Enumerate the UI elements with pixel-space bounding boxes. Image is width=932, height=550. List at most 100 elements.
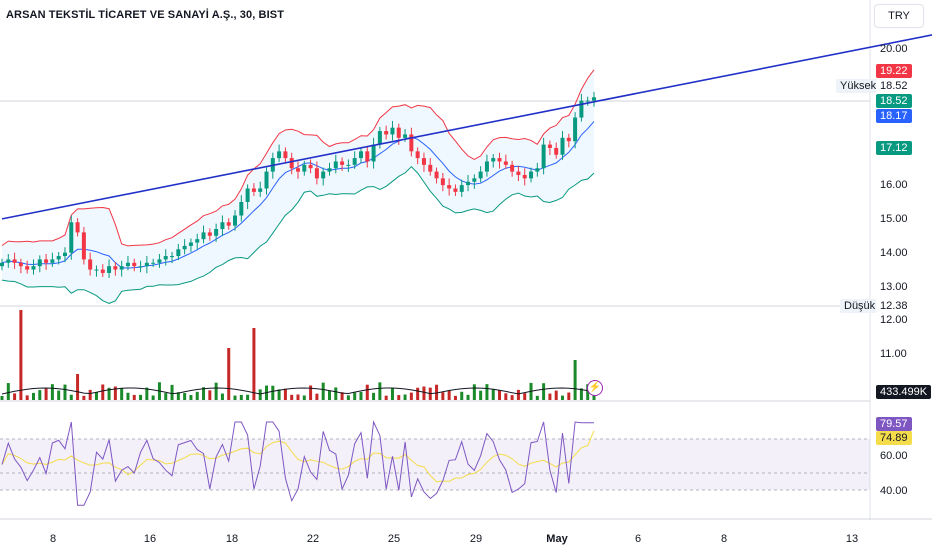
- candle-body: [415, 151, 420, 159]
- volume-bar: [359, 391, 363, 400]
- candle-body: [201, 232, 206, 240]
- candle-body: [560, 137, 565, 155]
- price-chart[interactable]: [0, 0, 932, 550]
- volume-bar: [183, 392, 187, 400]
- candle-body: [100, 269, 105, 273]
- volume-bar: [315, 393, 319, 400]
- time-tick: 6: [634, 533, 642, 545]
- candle-body: [592, 97, 596, 101]
- candle-body: [75, 222, 80, 233]
- volume-bar: [19, 310, 23, 400]
- candle-body: [346, 164, 351, 166]
- volume-bar: [208, 390, 212, 400]
- candle-body: [81, 232, 86, 260]
- volume-bar: [189, 395, 193, 400]
- volume-bar: [460, 391, 464, 400]
- candle-body: [377, 131, 382, 145]
- volume-bar: [139, 394, 143, 400]
- volume-bar: [498, 390, 502, 400]
- candle-body: [233, 215, 238, 226]
- price-tick: 16.00: [880, 179, 908, 191]
- candle-body: [226, 222, 231, 226]
- volume-tag: 433.499K: [876, 385, 932, 399]
- volume-bar: [239, 394, 243, 400]
- candle-body: [459, 185, 464, 192]
- bb-upper-tag: 19.22: [876, 64, 912, 78]
- currency-selector[interactable]: TRY: [874, 4, 924, 28]
- candle-body: [195, 239, 200, 243]
- candle-body: [50, 259, 55, 263]
- volume-bar: [466, 394, 470, 400]
- volume-bar: [573, 360, 577, 400]
- price-tick: 11.00: [880, 348, 907, 360]
- candle-body: [585, 100, 590, 102]
- time-tick: 29: [469, 533, 483, 545]
- candle-body: [447, 185, 452, 189]
- volume-bar: [554, 390, 558, 400]
- lightning-icon[interactable]: ⚡: [587, 380, 603, 396]
- candle-body: [113, 266, 118, 270]
- candle-body: [541, 144, 546, 169]
- candle-body: [428, 164, 433, 172]
- time-tick: 22: [306, 533, 320, 545]
- volume-bar: [25, 395, 29, 400]
- volume-bar: [290, 394, 294, 400]
- candle-body: [107, 266, 112, 273]
- volume-bar: [548, 393, 552, 400]
- candle-body: [516, 171, 521, 175]
- rsi-ma-tag: 74.89: [876, 431, 912, 445]
- low-label: Düşük: [840, 299, 880, 313]
- candle-body: [396, 127, 401, 138]
- volume-bar: [378, 382, 382, 400]
- volume-bar: [233, 395, 237, 400]
- candle-body: [176, 249, 181, 257]
- volume-bar: [516, 389, 520, 400]
- price-tick: 15.00: [880, 213, 908, 225]
- bb-mid-tag: 18.17: [876, 109, 912, 123]
- candle-body: [308, 164, 313, 169]
- candle-body: [478, 171, 483, 179]
- candle-body: [321, 171, 326, 179]
- volume-bar: [101, 384, 105, 400]
- candle-body: [440, 178, 445, 186]
- candle-body: [44, 259, 49, 263]
- volume-bar: [346, 395, 350, 400]
- time-tick: May: [546, 533, 568, 545]
- rsi-band: [0, 439, 870, 490]
- candle-body: [207, 232, 212, 236]
- volume-bar: [283, 388, 287, 400]
- candle-body: [12, 259, 17, 263]
- volume-bar: [0, 396, 4, 400]
- time-tick: 18: [225, 533, 239, 545]
- candle-body: [138, 266, 143, 268]
- candle-body: [125, 262, 130, 267]
- volume-bar: [214, 382, 218, 400]
- candle-body: [554, 147, 559, 155]
- volume-bar: [94, 392, 98, 400]
- candle-body: [69, 222, 74, 253]
- volume-bar: [38, 390, 42, 400]
- candle-body: [119, 266, 124, 270]
- candle-body: [566, 137, 571, 142]
- candle-body: [491, 158, 496, 162]
- volume-bar: [441, 392, 445, 400]
- rsi-tick: 60.00: [880, 450, 908, 462]
- candle-body: [358, 151, 363, 159]
- candle-body: [390, 127, 395, 135]
- candle-body: [188, 242, 193, 246]
- volume-bar: [491, 388, 495, 400]
- candle-body: [497, 158, 502, 162]
- candle-body: [333, 161, 338, 169]
- volume-bar: [372, 392, 376, 400]
- candle-body: [472, 178, 477, 182]
- volume-bar: [44, 388, 48, 400]
- rsi-tag: 79.57: [876, 417, 912, 431]
- volume-bar: [504, 393, 508, 400]
- volume-bar: [409, 392, 413, 400]
- volume-bar: [6, 383, 10, 400]
- volume-bar: [126, 392, 130, 400]
- volume-bar: [422, 386, 426, 400]
- volume-bar: [479, 390, 483, 400]
- candle-body: [144, 262, 149, 267]
- volume-bar: [327, 390, 331, 400]
